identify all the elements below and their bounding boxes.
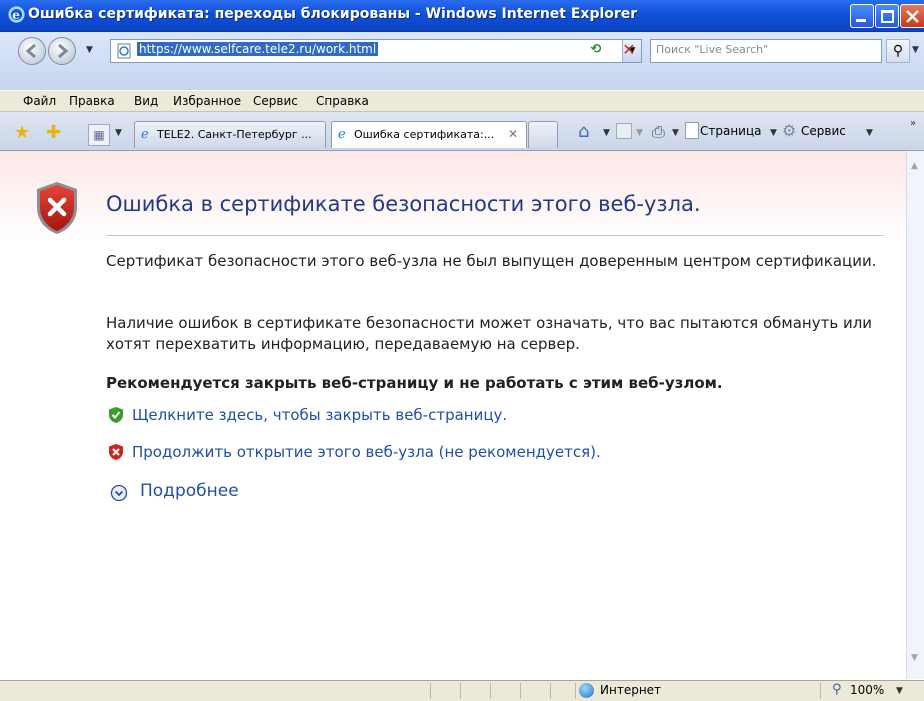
refresh-icon[interactable]: ⟲ [586,40,606,60]
search-icon: ⚲ [892,43,904,59]
error-description-1: Сертификат безопасности этого веб-узла н… [106,252,877,270]
window-title: Ошибка сертификата: переходы блокированы… [28,6,638,22]
close-icon [906,10,919,23]
security-zone-label: Интернет [600,683,662,697]
maximize-button[interactable] [875,4,899,28]
page-icon [117,43,131,59]
svg-text:e: e [12,8,20,22]
tools-menu-button[interactable]: Сервис [801,124,846,138]
zoom-level[interactable]: 100% [850,683,884,697]
ie-tab-icon: ℯ [338,127,346,142]
expand-chevron-icon[interactable] [110,484,128,502]
home-dropdown-icon[interactable]: ▼ [603,128,610,138]
internet-zone-icon [579,683,594,698]
menu-edit[interactable]: Правка [69,94,115,108]
tab-close-icon[interactable]: ✕ [508,127,518,141]
heading-divider [106,235,884,236]
scroll-up-icon[interactable]: ▲ [911,161,918,171]
toolbar-chevron-icon[interactable]: » [910,118,916,129]
title-bar[interactable]: e Ошибка сертификата: переходы блокирова… [0,0,924,32]
continue-to-site-link[interactable]: Продолжить открытие этого веб-узла (не р… [132,443,601,461]
menu-favorites[interactable]: Избранное [173,94,241,108]
page-menu-icon [685,122,699,139]
scroll-down-icon[interactable]: ▼ [911,653,918,663]
search-button[interactable]: ⚲ [886,39,910,63]
page-menu-button[interactable]: Страница [700,124,762,138]
search-placeholder: Поиск "Live Search" [656,43,769,56]
add-favorites-icon[interactable]: ✚ [46,122,61,143]
stop-icon[interactable]: ✕ [619,40,639,60]
security-shield-icon [37,182,77,234]
close-button[interactable] [900,4,924,28]
back-button[interactable] [18,37,46,65]
search-options-icon[interactable]: ▼ [912,45,919,55]
menu-help[interactable]: Справка [316,94,369,108]
search-input[interactable]: Поиск "Live Search" [650,39,882,63]
tab-bar: ★ ✚ ▦ ▼ ℯ TELE2. Санкт-Петербург ... ℯ О… [0,112,924,151]
green-shield-icon [109,407,123,423]
quick-tabs-icon[interactable]: ▦ [88,124,110,146]
forward-button[interactable] [48,37,76,65]
ie-tab-icon: ℯ [141,127,149,142]
ie-logo-icon: e [8,6,25,23]
home-icon[interactable]: ⌂ [578,121,589,142]
address-url[interactable]: https://www.selfcare.tele2.ru/work.html [137,42,379,56]
status-separator [490,683,491,699]
tab-certificate-error[interactable]: ℯ Ошибка сертификата:... ✕ [331,121,527,148]
print-icon[interactable]: ⎙ [652,122,665,142]
more-info-link[interactable]: Подробнее [140,481,239,501]
print-dropdown-icon[interactable]: ▼ [672,128,679,138]
tab-tele2[interactable]: ℯ TELE2. Санкт-Петербург ... [134,121,326,148]
feeds-icon[interactable] [616,123,632,139]
zoom-icon: ⚲ [832,682,842,697]
menu-file[interactable]: Файл [23,94,56,108]
history-dropdown-icon[interactable]: ▼ [86,45,93,55]
error-description-2: Наличие ошибок в сертификате безопасност… [106,314,873,353]
recommendation-text: Рекомендуется закрыть веб-страницу и не … [106,374,723,392]
status-bar: Интернет ⚲ 100% ▼ [0,680,924,701]
address-toolbar: ▼ https://www.selfcare.tele2.ru/work.htm… [0,32,924,90]
status-separator [820,683,821,699]
status-separator [430,683,431,699]
address-bar[interactable]: https://www.selfcare.tele2.ru/work.html … [110,39,642,63]
minimize-button[interactable] [850,4,874,28]
status-separator [575,683,576,699]
error-heading: Ошибка в сертификате безопасности этого … [106,192,701,216]
favorites-star-icon[interactable]: ★ [14,122,30,143]
status-separator [550,683,551,699]
page-dropdown-icon[interactable]: ▼ [770,128,777,138]
arrow-left-icon [25,43,36,59]
feeds-dropdown-icon[interactable]: ▼ [636,128,643,138]
menu-tools[interactable]: Сервис [253,94,298,108]
new-tab-button[interactable] [528,121,558,148]
arrow-right-icon [58,43,69,59]
menu-bar: Файл Правка Вид Избранное Сервис Справка [0,91,924,112]
status-separator [460,683,461,699]
zoom-dropdown-icon[interactable]: ▼ [896,686,903,696]
tab-label: TELE2. Санкт-Петербург ... [157,128,312,141]
close-page-link[interactable]: Щелкните здесь, чтобы закрыть веб-страни… [132,406,507,424]
status-separator [520,683,521,699]
menu-view[interactable]: Вид [134,94,158,108]
vertical-scrollbar[interactable]: ▲ ▼ [906,151,924,679]
tools-dropdown-icon[interactable]: ▼ [866,128,873,138]
red-shield-icon [109,444,123,460]
tab-list-icon[interactable]: ▼ [115,128,122,138]
tab-label: Ошибка сертификата:... [354,128,495,141]
tools-gear-icon: ⚙ [782,121,797,140]
